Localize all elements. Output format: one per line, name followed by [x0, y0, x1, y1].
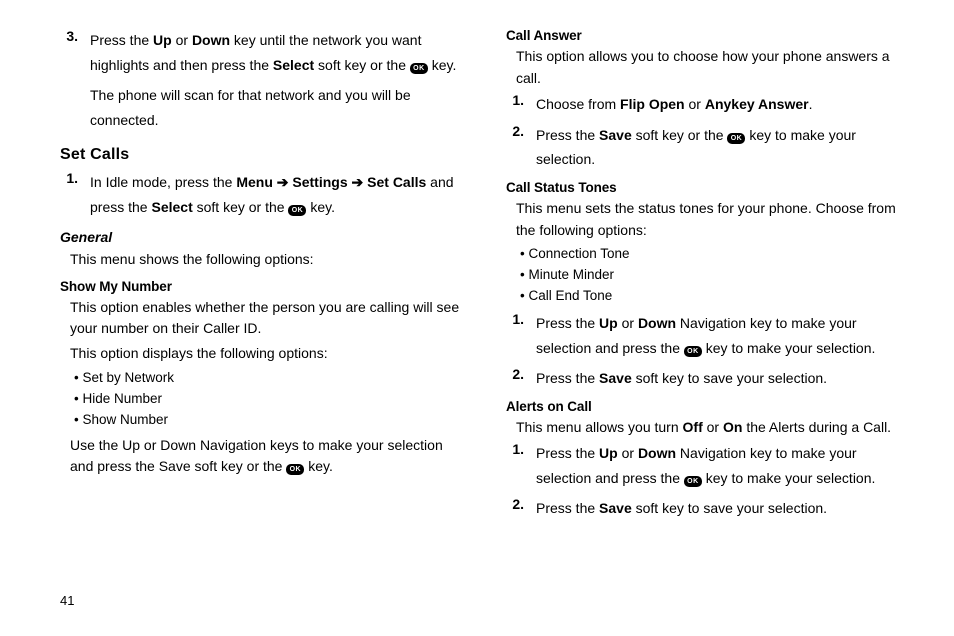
step-number: 2. [506, 366, 536, 391]
page-content: 3. Press the Up or Down key until the ne… [0, 0, 954, 547]
step-text: Press the Save soft key to save your sel… [536, 366, 914, 391]
al-step-1: 1. Press the Up or Down Navigation key t… [506, 441, 914, 490]
ca-step-1: 1. Choose from Flip Open or Anykey Answe… [506, 92, 914, 117]
bullet-item: Show Number [74, 410, 468, 431]
bullet-item: Hide Number [74, 389, 468, 410]
ok-key-icon: OK [410, 63, 428, 74]
cst-intro: This menu sets the status tones for your… [516, 198, 914, 241]
right-column: Call Answer This option allows you to ch… [506, 28, 914, 527]
ok-key-icon: OK [684, 346, 702, 357]
ok-key-icon: OK [286, 464, 304, 475]
smn-desc-2: This option displays the following optio… [70, 343, 468, 365]
step-3: 3. Press the Up or Down key until the ne… [60, 28, 468, 77]
step-text: Press the Up or Down Navigation key to m… [536, 441, 914, 490]
general-intro: This menu shows the following options: [70, 249, 468, 271]
step-text: Press the Save soft key to save your sel… [536, 496, 914, 521]
step-number: 3. [60, 28, 90, 77]
step-3-follow: The phone will scan for that network and… [90, 83, 468, 132]
al-step-2: 2. Press the Save soft key to save your … [506, 496, 914, 521]
cst-bullets: Connection Tone Minute Minder Call End T… [520, 244, 914, 307]
heading-call-status-tones: Call Status Tones [506, 180, 914, 195]
step-number: 1. [506, 441, 536, 490]
step-text: Choose from Flip Open or Anykey Answer. [536, 92, 914, 117]
alerts-intro: This menu allows you turn Off or On the … [516, 417, 914, 439]
step-number: 1. [60, 170, 90, 219]
ok-key-icon: OK [727, 133, 745, 144]
heading-general: General [60, 229, 468, 245]
heading-alerts-on-call: Alerts on Call [506, 399, 914, 414]
step-text: Press the Save soft key or the OK key to… [536, 123, 914, 172]
cst-step-2: 2. Press the Save soft key to save your … [506, 366, 914, 391]
ok-key-icon: OK [684, 476, 702, 487]
smn-desc-3: Use the Up or Down Navigation keys to ma… [70, 435, 468, 478]
step-text: In Idle mode, press the Menu ➔ Settings … [90, 170, 468, 219]
ca-intro: This option allows you to choose how you… [516, 46, 914, 89]
ca-step-2: 2. Press the Save soft key or the OK key… [506, 123, 914, 172]
step-text: Press the Up or Down key until the netwo… [90, 28, 468, 77]
left-column: 3. Press the Up or Down key until the ne… [60, 28, 468, 527]
ok-key-icon: OK [288, 205, 306, 216]
bullet-item: Connection Tone [520, 244, 914, 265]
step-number: 2. [506, 496, 536, 521]
bullet-item: Minute Minder [520, 265, 914, 286]
heading-set-calls: Set Calls [60, 146, 468, 164]
step-number: 1. [506, 311, 536, 360]
smn-bullets: Set by Network Hide Number Show Number [74, 368, 468, 431]
heading-show-my-number: Show My Number [60, 279, 468, 294]
bullet-item: Call End Tone [520, 286, 914, 307]
bullet-item: Set by Network [74, 368, 468, 389]
step-number: 2. [506, 123, 536, 172]
step-text: Press the Up or Down Navigation key to m… [536, 311, 914, 360]
heading-call-answer: Call Answer [506, 28, 914, 43]
set-calls-step-1: 1. In Idle mode, press the Menu ➔ Settin… [60, 170, 468, 219]
step-number: 1. [506, 92, 536, 117]
page-number: 41 [60, 593, 74, 608]
cst-step-1: 1. Press the Up or Down Navigation key t… [506, 311, 914, 360]
smn-desc-1: This option enables whether the person y… [70, 297, 468, 340]
